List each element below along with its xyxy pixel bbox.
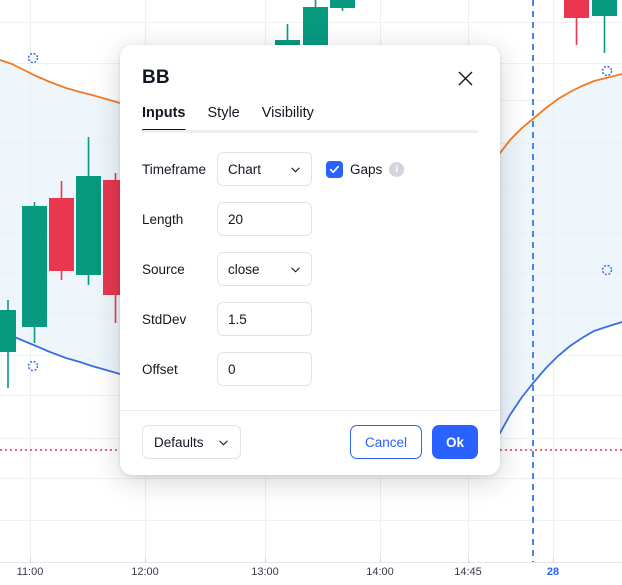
stddev-value: 1.5	[228, 311, 247, 327]
field-row-source: Source close	[142, 252, 478, 286]
tab-visibility-label: Visibility	[261, 105, 314, 121]
stddev-label: StdDev	[142, 311, 187, 327]
defaults-label: Defaults	[154, 434, 204, 450]
check-icon	[329, 165, 340, 173]
offset-input[interactable]: 0	[217, 352, 312, 386]
indicator-settings-dialog[interactable]: BB Inputs Style Visibility Timeframe Cha…	[120, 45, 500, 475]
dialog-title: BB	[142, 67, 170, 88]
length-input[interactable]: 20	[217, 202, 312, 236]
source-label: Source	[142, 261, 185, 277]
dialog-footer: Defaults Cancel Ok	[120, 411, 500, 475]
chevron-down-icon	[291, 167, 300, 172]
tab-inputs-label: Inputs	[142, 105, 186, 121]
time-axis-label: 12:00	[131, 566, 159, 578]
tab-visibility[interactable]: Visibility	[262, 105, 314, 131]
time-axis-label: 13:00	[251, 566, 279, 578]
dialog-body: Timeframe Chart Gaps i Length 20 Source …	[120, 134, 500, 411]
axis-tick	[265, 558, 266, 563]
length-label: Length	[142, 211, 184, 227]
axis-tick	[30, 558, 31, 563]
timeframe-select[interactable]: Chart	[217, 152, 312, 186]
defaults-button[interactable]: Defaults	[142, 425, 241, 459]
ok-button[interactable]: Ok	[431, 425, 478, 459]
cancel-label: Cancel	[364, 434, 407, 450]
tab-style[interactable]: Style	[208, 105, 240, 131]
time-axis[interactable]: 11:00 12:00 13:00 14:00 14:45 28	[0, 562, 622, 585]
field-row-length: Length 20	[142, 202, 478, 236]
time-axis-label: 14:00	[366, 566, 394, 578]
stddev-input[interactable]: 1.5	[217, 302, 312, 336]
dialog-tabs[interactable]: Inputs Style Visibility	[120, 91, 500, 132]
ok-label: Ok	[445, 434, 464, 450]
axis-tick	[380, 558, 381, 563]
time-axis-label: 14:45	[454, 566, 482, 578]
close-icon	[458, 71, 472, 85]
axis-tick	[553, 558, 554, 563]
chevron-down-icon	[291, 267, 300, 272]
gaps-label: Gaps	[350, 161, 383, 177]
tabs-underline	[142, 130, 478, 133]
source-value: close	[228, 261, 260, 277]
timeframe-label: Timeframe	[142, 161, 207, 177]
gaps-group[interactable]: Gaps i	[326, 160, 405, 178]
dialog-header: BB	[120, 45, 500, 91]
field-row-timeframe: Timeframe Chart Gaps i	[142, 152, 478, 186]
offset-label: Offset	[142, 361, 178, 377]
gaps-checkbox[interactable]	[326, 160, 343, 178]
time-axis-label: 11:00	[16, 566, 44, 578]
length-value: 20	[228, 211, 244, 227]
tab-style-label: Style	[207, 105, 240, 121]
axis-tick	[468, 558, 469, 563]
source-select[interactable]: close	[217, 252, 312, 286]
offset-value: 0	[228, 361, 236, 377]
close-button[interactable]	[452, 65, 478, 91]
field-row-offset: Offset 0	[142, 352, 478, 386]
axis-tick	[145, 558, 146, 563]
cancel-button[interactable]: Cancel	[349, 425, 422, 459]
tab-inputs[interactable]: Inputs	[142, 105, 186, 132]
chevron-down-icon	[218, 440, 228, 445]
time-axis-label: 28	[546, 566, 560, 578]
info-icon[interactable]: i	[389, 161, 405, 177]
timeframe-value: Chart	[228, 161, 262, 177]
field-row-stddev: StdDev 1.5	[142, 302, 478, 336]
